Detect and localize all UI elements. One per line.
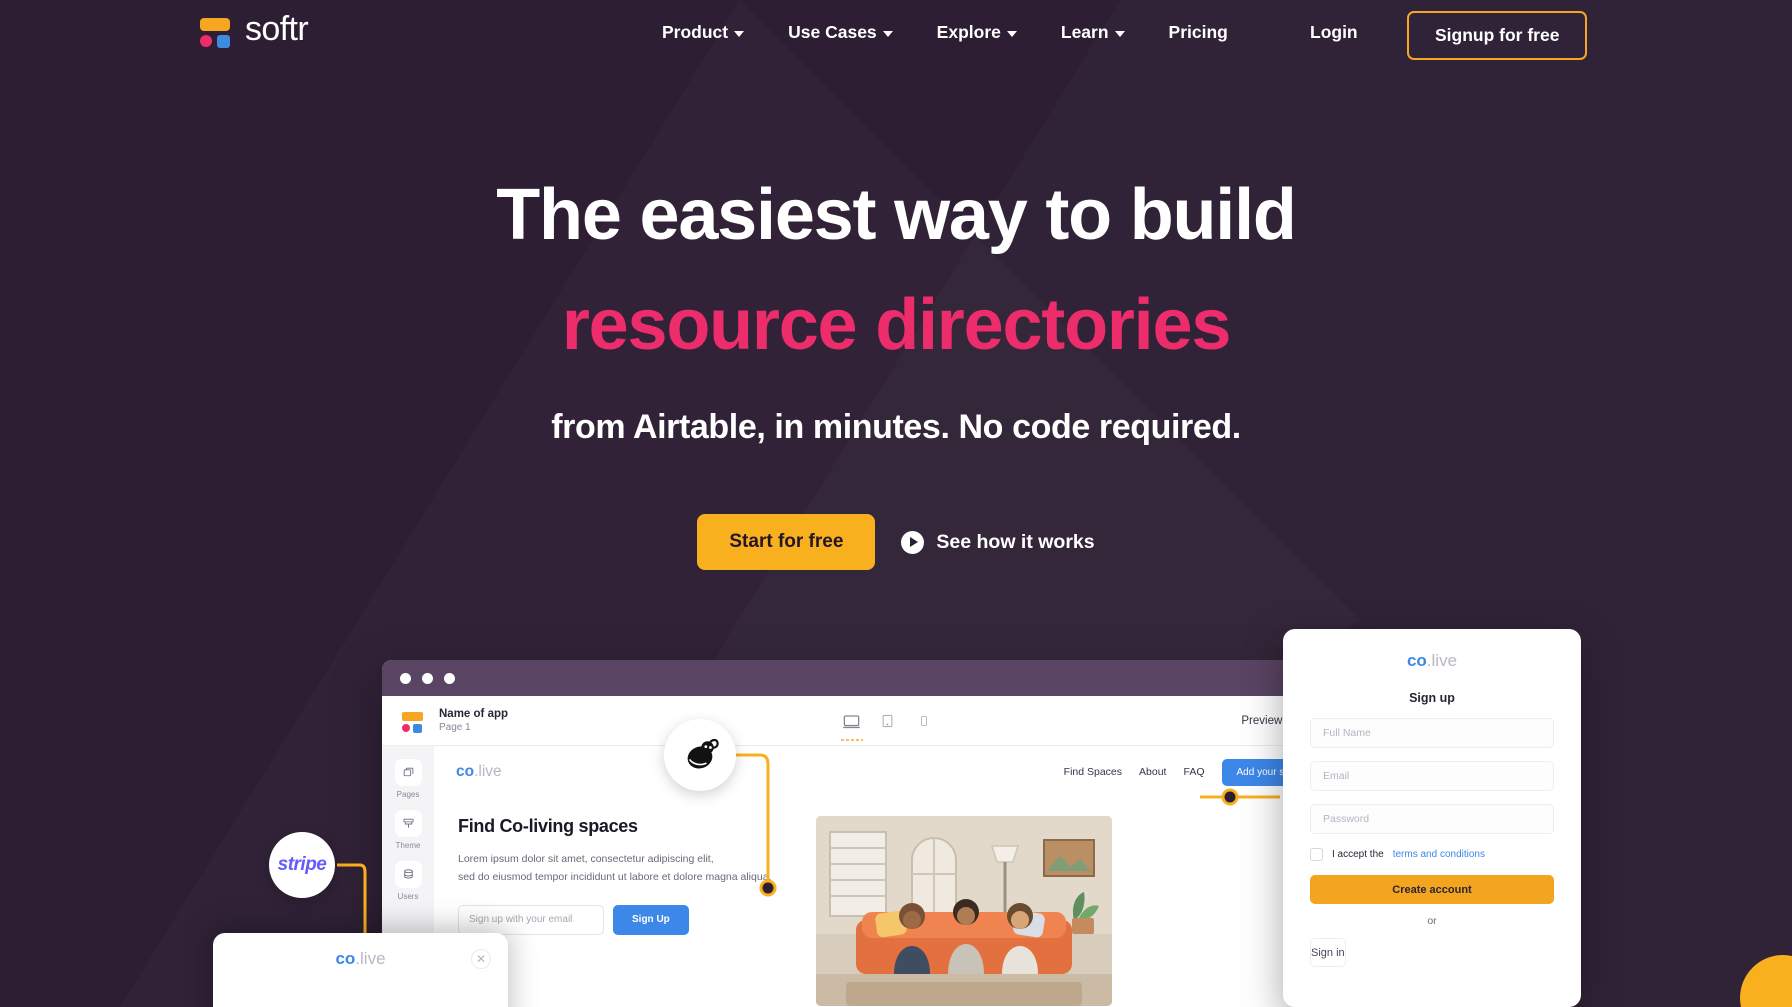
hero-cta-row: Start for free See how it works — [0, 514, 1792, 570]
terms-checkbox[interactable] — [1310, 848, 1323, 861]
email-field[interactable]: Email — [1310, 761, 1554, 791]
nav-item-use-cases-label: Use Cases — [788, 21, 877, 42]
stripe-integration-badge: stripe — [269, 832, 335, 898]
popup-logo-secondary: .live — [355, 949, 386, 968]
close-icon[interactable]: ✕ — [471, 949, 491, 969]
nav-item-pricing-label: Pricing — [1168, 21, 1228, 42]
chevron-down-icon — [734, 30, 745, 37]
chevron-down-icon — [1006, 30, 1017, 37]
nav-item-explore-label: Explore — [936, 21, 1001, 42]
signup-card-divider: or — [1427, 915, 1437, 927]
see-how-it-works-label: See how it works — [936, 530, 1095, 553]
popup-logo: co.live — [233, 949, 488, 969]
nav-item-learn[interactable]: Learn — [1039, 22, 1147, 43]
nav-item-product-label: Product — [662, 21, 729, 42]
hero-headline-line2: resource directories — [561, 285, 1232, 365]
colive-popup-card: co.live ✕ — [213, 933, 508, 1007]
chevron-down-icon — [1114, 30, 1125, 37]
play-icon — [901, 530, 925, 554]
logo-square-shape — [217, 34, 230, 48]
softr-logo-mark — [198, 13, 232, 48]
softr-logo-text: softr — [245, 10, 309, 48]
full-name-field[interactable]: Full Name — [1310, 718, 1554, 748]
stripe-logo-text: stripe — [277, 854, 327, 875]
nav-item-product[interactable]: Product — [640, 22, 766, 43]
signup-card-logo-primary: co — [1406, 651, 1427, 670]
nav-item-use-cases[interactable]: Use Cases — [766, 22, 915, 43]
mailchimp-icon — [687, 738, 719, 769]
landing-page: softr Product Use Cases Explore Learn Pr… — [0, 0, 1792, 1007]
signup-for-free-button[interactable]: Signup for free — [1407, 11, 1588, 60]
terms-row: I accept the terms and conditions — [1310, 848, 1554, 861]
nav-item-explore[interactable]: Explore — [915, 22, 1039, 43]
hero-subtitle: from Airtable, in minutes. No code requi… — [551, 408, 1241, 446]
signup-card-logo-secondary: .live — [1426, 651, 1458, 670]
create-account-button[interactable]: Create account — [1310, 875, 1554, 904]
signup-card-logo: co.live — [1310, 651, 1554, 671]
top-navigation: softr Product Use Cases Explore Learn Pr… — [0, 0, 1792, 64]
signup-card-title: Sign up — [1409, 691, 1455, 705]
logo-bar-shape — [200, 17, 230, 31]
nav-item-learn-label: Learn — [1060, 21, 1109, 42]
chevron-down-icon — [882, 30, 893, 37]
popup-logo-primary: co — [335, 949, 356, 968]
nav-links: Product Use Cases Explore Learn Pricing — [640, 0, 1250, 64]
signup-card: co.live Sign up Full Name Email Password… — [1283, 629, 1581, 1007]
sign-in-button[interactable]: Sign in — [1310, 938, 1346, 967]
see-how-it-works-link[interactable]: See how it works — [901, 530, 1095, 554]
password-field[interactable]: Password — [1310, 804, 1554, 834]
nav-item-pricing[interactable]: Pricing — [1147, 22, 1250, 43]
terms-prefix-label: I accept the — [1332, 849, 1384, 860]
mailchimp-integration-badge — [664, 719, 736, 791]
terms-and-conditions-link[interactable]: terms and conditions — [1393, 849, 1485, 860]
hero-headline-line1: The easiest way to build — [496, 175, 1297, 255]
softr-logo[interactable]: softr — [198, 10, 309, 49]
logo-dot-shape — [200, 34, 212, 47]
start-for-free-button[interactable]: Start for free — [697, 514, 876, 570]
login-link[interactable]: Login — [1310, 0, 1358, 64]
